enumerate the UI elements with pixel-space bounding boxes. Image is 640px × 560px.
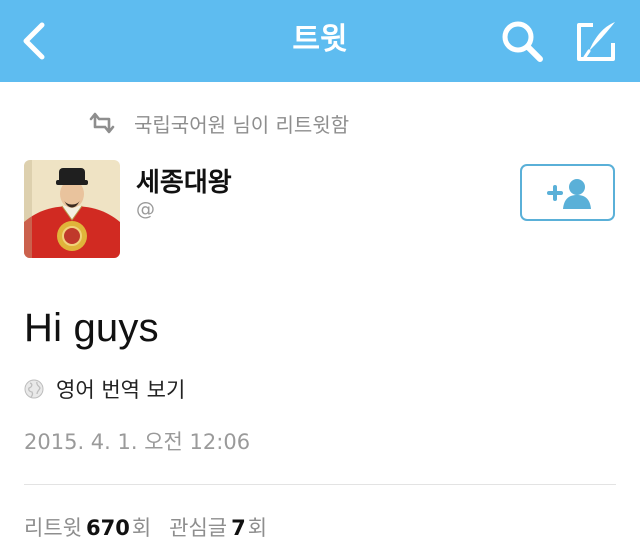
chevron-left-icon — [23, 22, 45, 60]
favorites-count: 7 — [231, 516, 246, 540]
retweets-stat[interactable]: 리트윗 670 회 — [24, 512, 169, 542]
tweet-text: Hi guys — [24, 306, 159, 350]
translate-label: 영어 번역 보기 — [56, 378, 186, 402]
retweets-label: 리트윗 — [24, 516, 82, 540]
follow-button[interactable] — [520, 164, 615, 221]
back-button[interactable] — [6, 0, 62, 82]
retweet-notice[interactable]: 국립국어원 님이 리트윗함 — [88, 108, 349, 138]
globe-icon — [24, 379, 44, 399]
favorites-stat[interactable]: 관심글 7 회 — [169, 512, 285, 542]
add-user-icon — [546, 178, 591, 209]
compose-button[interactable] — [566, 0, 626, 82]
user-name[interactable]: 세종대왕 — [136, 162, 232, 199]
favorites-suffix: 회 — [247, 516, 268, 540]
retweets-count: 670 — [85, 516, 130, 540]
search-icon — [502, 21, 543, 62]
user-handle: @ — [136, 198, 155, 220]
retweet-notice-text: 국립국어원 님이 리트윗함 — [134, 112, 350, 137]
tweet-stats: 리트윗 670 회 관심글 7 회 — [24, 512, 285, 542]
translate-link[interactable]: 영어 번역 보기 — [24, 374, 185, 404]
retweet-icon — [89, 112, 115, 134]
search-button[interactable] — [492, 0, 552, 82]
avatar-portrait — [24, 160, 120, 258]
compose-icon — [577, 22, 615, 61]
retweets-suffix: 회 — [131, 516, 152, 540]
divider — [24, 484, 616, 485]
favorites-label: 관심글 — [169, 516, 228, 540]
avatar[interactable] — [24, 160, 120, 258]
top-navigation-bar: 트윗 — [0, 0, 640, 82]
tweet-timestamp: 2015. 4. 1. 오전 12:06 — [24, 430, 251, 454]
